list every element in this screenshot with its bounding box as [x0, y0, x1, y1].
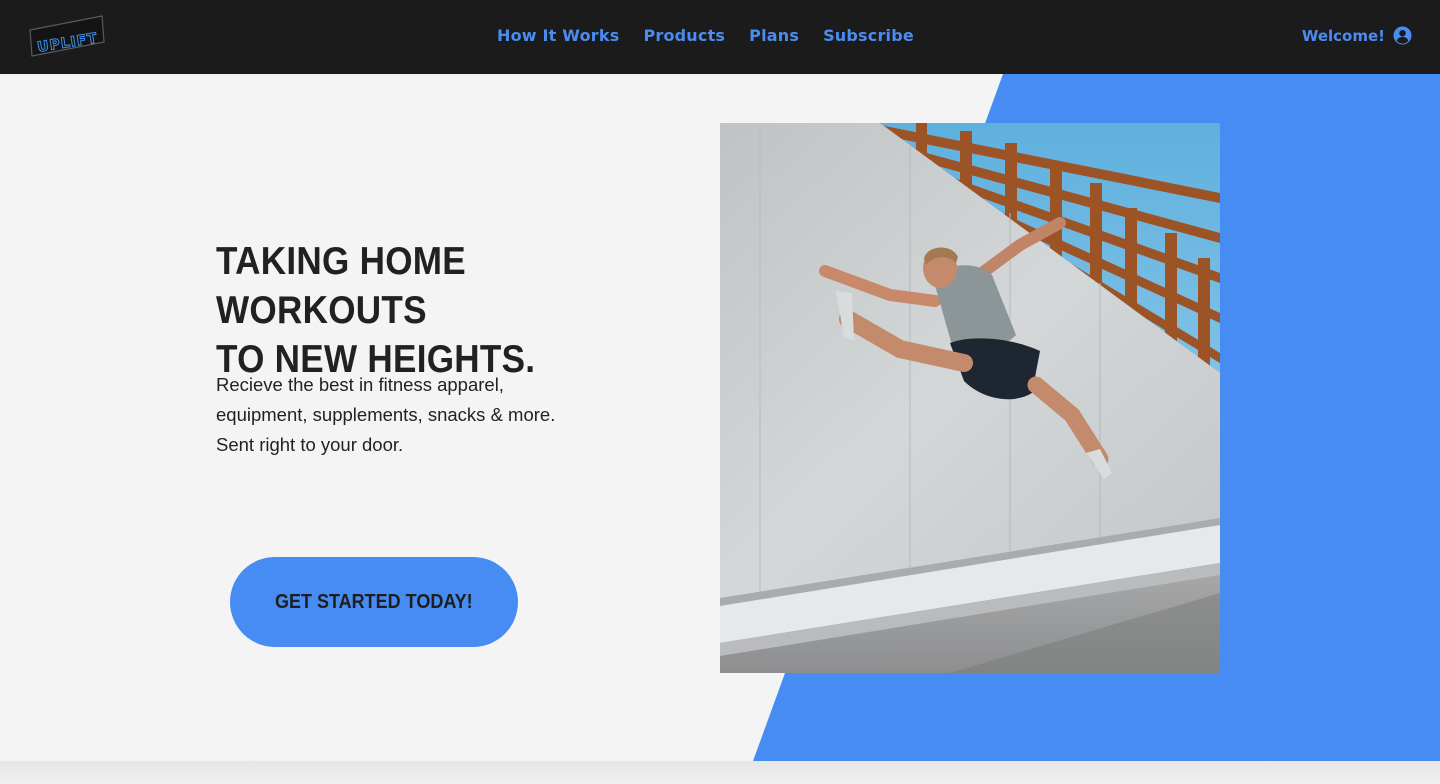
welcome-label: Welcome! [1301, 26, 1385, 45]
uplift-logo[interactable]: UPLIFT [28, 14, 106, 58]
nav-products[interactable]: Products [643, 26, 725, 45]
headline-line-1: TAKING HOME WORKOUTS [216, 240, 466, 332]
hero-subtext: Recieve the best in fitness apparel, equ… [216, 370, 576, 460]
get-started-button[interactable]: GET STARTED TODAY! [230, 557, 518, 647]
nav-how-it-works[interactable]: How It Works [497, 26, 619, 45]
page-bottom-strip [0, 761, 1440, 784]
user-circle-icon [1393, 26, 1412, 45]
hero-headline: TAKING HOME WORKOUTS TO NEW HEIGHTS. [216, 237, 630, 384]
subtext-line-2: equipment, supplements, snacks & more. [216, 404, 556, 425]
subtext-line-1: Recieve the best in fitness apparel, [216, 374, 504, 395]
nav-subscribe[interactable]: Subscribe [823, 26, 914, 45]
nav-plans[interactable]: Plans [749, 26, 799, 45]
site-header: UPLIFT How It Works Products Plans Subsc… [0, 0, 1440, 74]
welcome-account[interactable]: Welcome! [1302, 26, 1412, 45]
hero-photo-jumping-athlete [720, 123, 1220, 673]
get-started-label: GET STARTED TODAY! [275, 590, 473, 613]
main-nav: How It Works Products Plans Subscribe [497, 26, 914, 45]
hero-section: TAKING HOME WORKOUTS TO NEW HEIGHTS. Rec… [0, 74, 1440, 761]
subtext-line-3: Sent right to your door. [216, 434, 404, 455]
